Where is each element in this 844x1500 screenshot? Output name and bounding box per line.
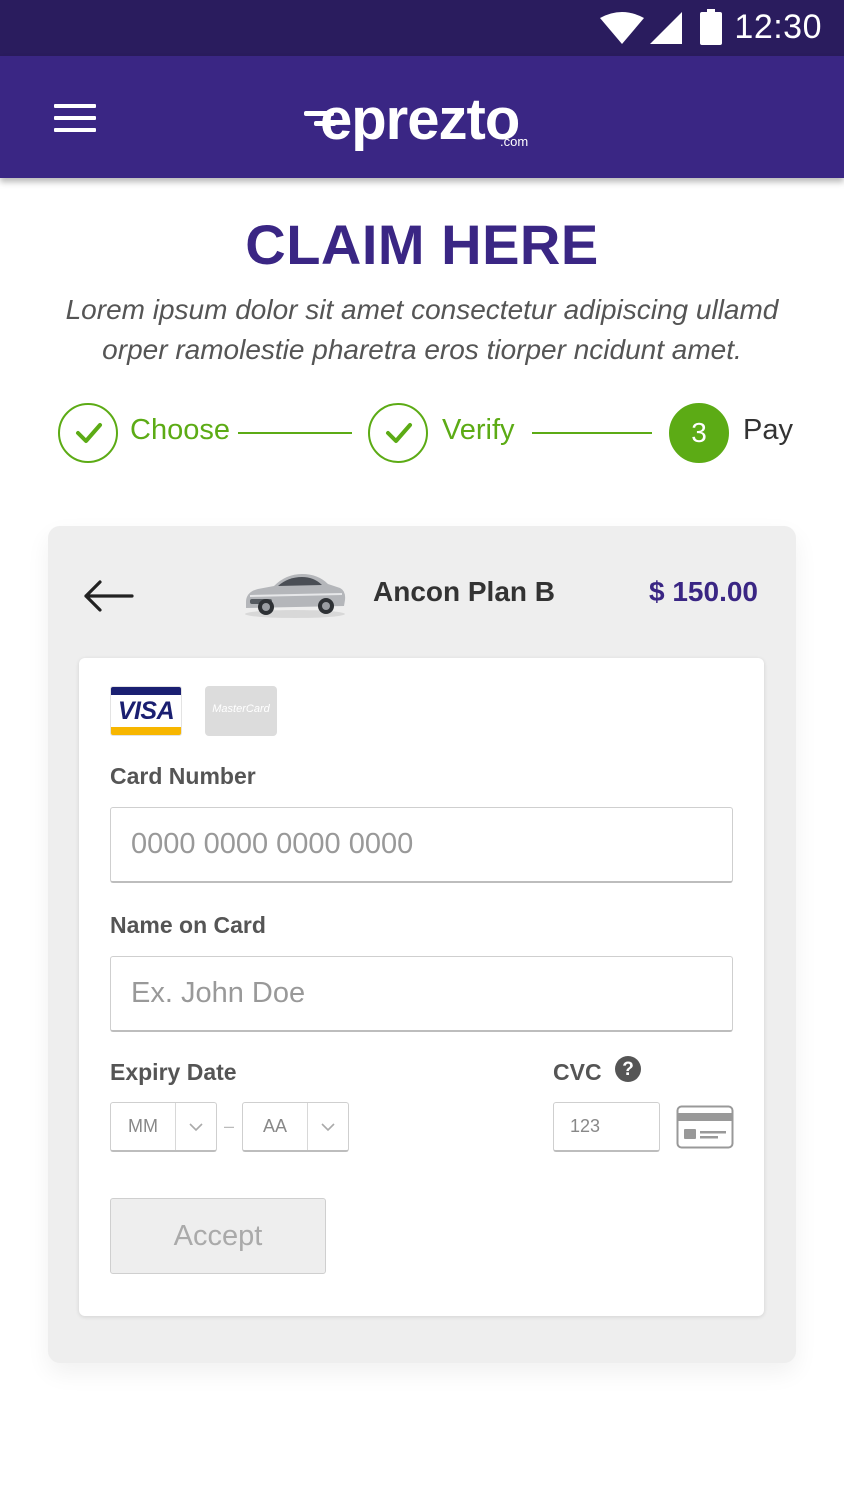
arrow-left-icon[interactable] — [82, 578, 134, 614]
brand-suffix: .com — [500, 134, 529, 149]
card-back-icon — [676, 1105, 734, 1149]
brand-logo[interactable]: eprezto .com — [300, 84, 550, 154]
visa-stripe-top — [111, 687, 181, 695]
expiry-year-value: AA — [262, 1116, 287, 1136]
cvc-label: CVC — [553, 1059, 602, 1085]
expiry-date-label: Expiry Date — [110, 1059, 237, 1085]
progress-stepper: Choose Verify 3 Pay — [0, 400, 844, 466]
battery-icon — [700, 9, 722, 45]
step-complete-indicator — [368, 403, 428, 463]
step-label-pay: Pay — [743, 414, 793, 446]
cvc-input[interactable] — [553, 1102, 660, 1152]
question-circle-icon[interactable]: ? — [615, 1056, 641, 1082]
step-complete-indicator — [58, 403, 118, 463]
hamburger-menu-icon[interactable] — [54, 104, 96, 132]
status-time: 12:30 — [734, 8, 822, 46]
chevron-down-icon — [189, 1123, 203, 1132]
car-icon — [245, 574, 346, 618]
status-bar: 12:30 — [0, 0, 844, 56]
signal-icon — [650, 12, 682, 44]
payment-form: VISA MasterCard Card Number Name on Card… — [79, 658, 764, 1316]
page-title: CLAIM HERE — [245, 213, 599, 276]
name-on-card-input[interactable] — [110, 956, 733, 1032]
card-number-input[interactable] — [110, 807, 733, 883]
chevron-down-icon — [321, 1123, 335, 1132]
visa-card-option[interactable]: VISA — [110, 686, 182, 736]
plan-price: $ 150.00 — [649, 576, 758, 607]
mastercard-card-option[interactable]: MasterCard — [205, 686, 277, 736]
check-icon — [76, 423, 102, 443]
page-subtitle: Lorem ipsum dolor sit amet consectetur a… — [65, 294, 779, 365]
step-label-choose[interactable]: Choose — [130, 414, 230, 447]
plan-payment-panel: Ancon Plan B $ 150.00 VISA MasterCard Ca… — [48, 526, 796, 1363]
name-on-card-label: Name on Card — [110, 912, 266, 938]
plan-name: Ancon Plan B — [373, 576, 556, 607]
step-connector — [238, 432, 352, 434]
accept-button[interactable]: Accept — [110, 1198, 326, 1274]
expiry-month-select[interactable]: MM — [110, 1102, 217, 1152]
wifi-icon — [600, 12, 644, 44]
brand-name: eprezto — [320, 87, 520, 152]
step-connector — [532, 432, 652, 434]
visa-stripe-bottom — [111, 727, 181, 735]
mastercard-label: MasterCard — [212, 703, 270, 715]
expiry-year-select[interactable]: AA — [242, 1102, 349, 1152]
expiry-month-value: MM — [128, 1116, 158, 1136]
card-number-label: Card Number — [110, 763, 256, 789]
app-bar: eprezto .com — [0, 56, 844, 178]
visa-label: VISA — [117, 697, 175, 725]
select-divider — [307, 1103, 308, 1150]
select-divider — [175, 1103, 176, 1150]
step-current-indicator: 3 — [669, 403, 729, 463]
step-label-verify[interactable]: Verify — [442, 414, 515, 447]
check-icon — [386, 423, 412, 443]
expiry-separator: – — [224, 1116, 235, 1136]
